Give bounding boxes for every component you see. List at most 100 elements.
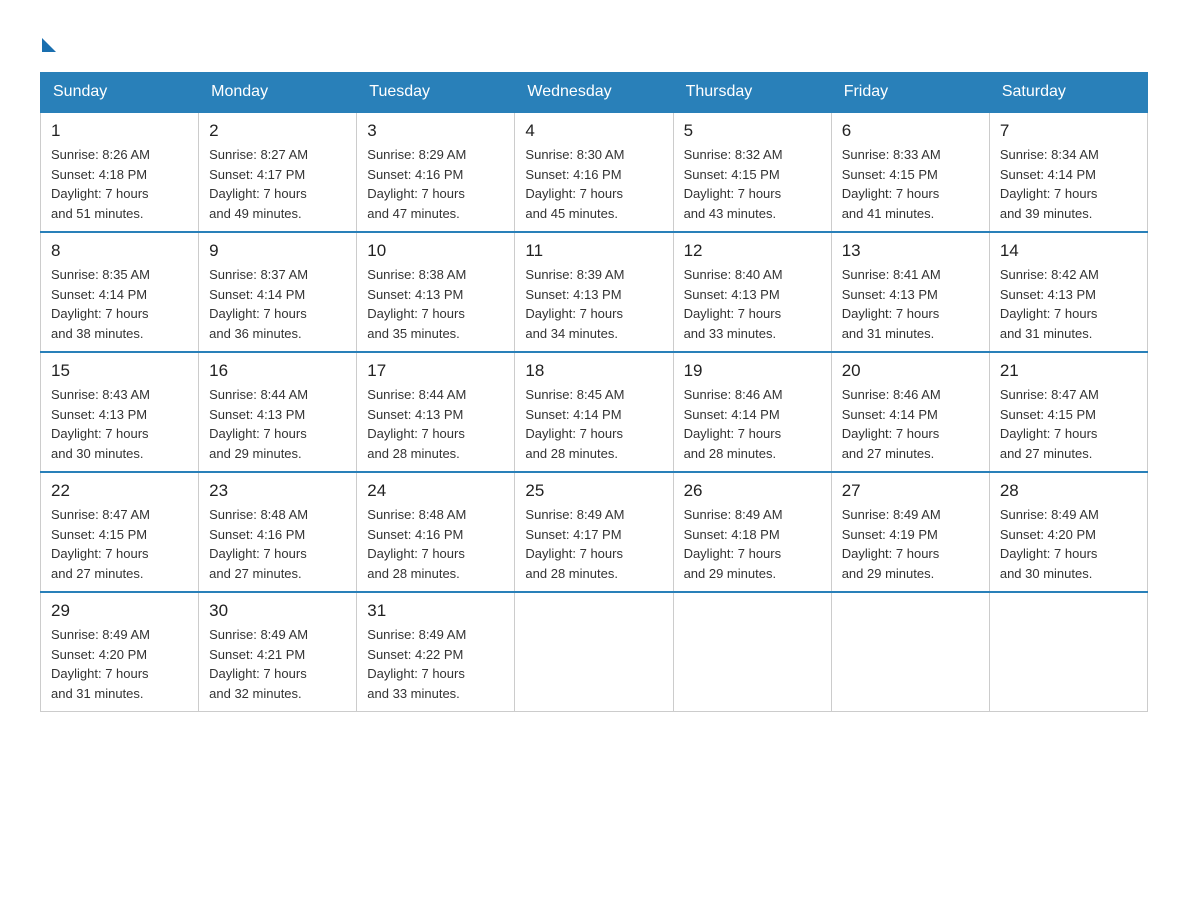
calendar-cell: 19 Sunrise: 8:46 AM Sunset: 4:14 PM Dayl… xyxy=(673,352,831,472)
calendar-cell: 26 Sunrise: 8:49 AM Sunset: 4:18 PM Dayl… xyxy=(673,472,831,592)
column-header-friday: Friday xyxy=(831,73,989,113)
calendar-week-row: 1 Sunrise: 8:26 AM Sunset: 4:18 PM Dayli… xyxy=(41,112,1148,232)
day-number: 5 xyxy=(684,121,821,141)
day-number: 4 xyxy=(525,121,662,141)
day-number: 12 xyxy=(684,241,821,261)
day-info: Sunrise: 8:27 AM Sunset: 4:17 PM Dayligh… xyxy=(209,145,346,223)
day-number: 13 xyxy=(842,241,979,261)
calendar-cell: 3 Sunrise: 8:29 AM Sunset: 4:16 PM Dayli… xyxy=(357,112,515,232)
day-number: 1 xyxy=(51,121,188,141)
day-number: 16 xyxy=(209,361,346,381)
day-info: Sunrise: 8:48 AM Sunset: 4:16 PM Dayligh… xyxy=(367,505,504,583)
day-number: 3 xyxy=(367,121,504,141)
column-header-tuesday: Tuesday xyxy=(357,73,515,113)
logo-arrow-icon xyxy=(42,38,56,52)
calendar-cell xyxy=(515,592,673,712)
day-info: Sunrise: 8:30 AM Sunset: 4:16 PM Dayligh… xyxy=(525,145,662,223)
day-info: Sunrise: 8:43 AM Sunset: 4:13 PM Dayligh… xyxy=(51,385,188,463)
calendar-cell xyxy=(989,592,1147,712)
day-info: Sunrise: 8:49 AM Sunset: 4:19 PM Dayligh… xyxy=(842,505,979,583)
calendar-cell: 22 Sunrise: 8:47 AM Sunset: 4:15 PM Dayl… xyxy=(41,472,199,592)
calendar-cell: 20 Sunrise: 8:46 AM Sunset: 4:14 PM Dayl… xyxy=(831,352,989,472)
day-number: 8 xyxy=(51,241,188,261)
calendar-cell: 28 Sunrise: 8:49 AM Sunset: 4:20 PM Dayl… xyxy=(989,472,1147,592)
day-info: Sunrise: 8:48 AM Sunset: 4:16 PM Dayligh… xyxy=(209,505,346,583)
day-info: Sunrise: 8:42 AM Sunset: 4:13 PM Dayligh… xyxy=(1000,265,1137,343)
column-header-monday: Monday xyxy=(199,73,357,113)
calendar-cell: 29 Sunrise: 8:49 AM Sunset: 4:20 PM Dayl… xyxy=(41,592,199,712)
logo xyxy=(40,30,56,52)
day-info: Sunrise: 8:38 AM Sunset: 4:13 PM Dayligh… xyxy=(367,265,504,343)
calendar-week-row: 22 Sunrise: 8:47 AM Sunset: 4:15 PM Dayl… xyxy=(41,472,1148,592)
calendar-cell: 7 Sunrise: 8:34 AM Sunset: 4:14 PM Dayli… xyxy=(989,112,1147,232)
calendar-cell: 2 Sunrise: 8:27 AM Sunset: 4:17 PM Dayli… xyxy=(199,112,357,232)
calendar-week-row: 29 Sunrise: 8:49 AM Sunset: 4:20 PM Dayl… xyxy=(41,592,1148,712)
day-info: Sunrise: 8:34 AM Sunset: 4:14 PM Dayligh… xyxy=(1000,145,1137,223)
day-info: Sunrise: 8:46 AM Sunset: 4:14 PM Dayligh… xyxy=(684,385,821,463)
day-info: Sunrise: 8:45 AM Sunset: 4:14 PM Dayligh… xyxy=(525,385,662,463)
day-info: Sunrise: 8:49 AM Sunset: 4:22 PM Dayligh… xyxy=(367,625,504,703)
calendar-cell: 17 Sunrise: 8:44 AM Sunset: 4:13 PM Dayl… xyxy=(357,352,515,472)
calendar-cell: 10 Sunrise: 8:38 AM Sunset: 4:13 PM Dayl… xyxy=(357,232,515,352)
calendar-cell: 14 Sunrise: 8:42 AM Sunset: 4:13 PM Dayl… xyxy=(989,232,1147,352)
calendar-cell: 21 Sunrise: 8:47 AM Sunset: 4:15 PM Dayl… xyxy=(989,352,1147,472)
day-number: 9 xyxy=(209,241,346,261)
calendar-cell: 16 Sunrise: 8:44 AM Sunset: 4:13 PM Dayl… xyxy=(199,352,357,472)
day-info: Sunrise: 8:49 AM Sunset: 4:21 PM Dayligh… xyxy=(209,625,346,703)
calendar-cell xyxy=(673,592,831,712)
calendar-week-row: 8 Sunrise: 8:35 AM Sunset: 4:14 PM Dayli… xyxy=(41,232,1148,352)
calendar-cell xyxy=(831,592,989,712)
calendar-cell: 12 Sunrise: 8:40 AM Sunset: 4:13 PM Dayl… xyxy=(673,232,831,352)
day-number: 23 xyxy=(209,481,346,501)
day-number: 14 xyxy=(1000,241,1137,261)
calendar-table: SundayMondayTuesdayWednesdayThursdayFrid… xyxy=(40,72,1148,712)
day-info: Sunrise: 8:47 AM Sunset: 4:15 PM Dayligh… xyxy=(51,505,188,583)
day-number: 30 xyxy=(209,601,346,621)
calendar-cell: 8 Sunrise: 8:35 AM Sunset: 4:14 PM Dayli… xyxy=(41,232,199,352)
day-info: Sunrise: 8:26 AM Sunset: 4:18 PM Dayligh… xyxy=(51,145,188,223)
calendar-cell: 30 Sunrise: 8:49 AM Sunset: 4:21 PM Dayl… xyxy=(199,592,357,712)
day-number: 19 xyxy=(684,361,821,381)
day-number: 7 xyxy=(1000,121,1137,141)
calendar-header-row: SundayMondayTuesdayWednesdayThursdayFrid… xyxy=(41,73,1148,113)
calendar-cell: 25 Sunrise: 8:49 AM Sunset: 4:17 PM Dayl… xyxy=(515,472,673,592)
day-info: Sunrise: 8:49 AM Sunset: 4:20 PM Dayligh… xyxy=(51,625,188,703)
calendar-week-row: 15 Sunrise: 8:43 AM Sunset: 4:13 PM Dayl… xyxy=(41,352,1148,472)
calendar-cell: 1 Sunrise: 8:26 AM Sunset: 4:18 PM Dayli… xyxy=(41,112,199,232)
day-number: 6 xyxy=(842,121,979,141)
page-header xyxy=(40,30,1148,52)
calendar-cell: 15 Sunrise: 8:43 AM Sunset: 4:13 PM Dayl… xyxy=(41,352,199,472)
day-info: Sunrise: 8:49 AM Sunset: 4:18 PM Dayligh… xyxy=(684,505,821,583)
column-header-saturday: Saturday xyxy=(989,73,1147,113)
day-number: 17 xyxy=(367,361,504,381)
day-number: 24 xyxy=(367,481,504,501)
calendar-cell: 9 Sunrise: 8:37 AM Sunset: 4:14 PM Dayli… xyxy=(199,232,357,352)
column-header-wednesday: Wednesday xyxy=(515,73,673,113)
calendar-cell: 18 Sunrise: 8:45 AM Sunset: 4:14 PM Dayl… xyxy=(515,352,673,472)
column-header-sunday: Sunday xyxy=(41,73,199,113)
day-number: 20 xyxy=(842,361,979,381)
day-info: Sunrise: 8:44 AM Sunset: 4:13 PM Dayligh… xyxy=(367,385,504,463)
calendar-cell: 23 Sunrise: 8:48 AM Sunset: 4:16 PM Dayl… xyxy=(199,472,357,592)
day-info: Sunrise: 8:40 AM Sunset: 4:13 PM Dayligh… xyxy=(684,265,821,343)
day-info: Sunrise: 8:32 AM Sunset: 4:15 PM Dayligh… xyxy=(684,145,821,223)
calendar-cell: 5 Sunrise: 8:32 AM Sunset: 4:15 PM Dayli… xyxy=(673,112,831,232)
day-info: Sunrise: 8:46 AM Sunset: 4:14 PM Dayligh… xyxy=(842,385,979,463)
calendar-cell: 6 Sunrise: 8:33 AM Sunset: 4:15 PM Dayli… xyxy=(831,112,989,232)
day-info: Sunrise: 8:49 AM Sunset: 4:17 PM Dayligh… xyxy=(525,505,662,583)
day-number: 22 xyxy=(51,481,188,501)
day-number: 11 xyxy=(525,241,662,261)
calendar-cell: 31 Sunrise: 8:49 AM Sunset: 4:22 PM Dayl… xyxy=(357,592,515,712)
day-info: Sunrise: 8:35 AM Sunset: 4:14 PM Dayligh… xyxy=(51,265,188,343)
day-number: 31 xyxy=(367,601,504,621)
day-number: 10 xyxy=(367,241,504,261)
day-info: Sunrise: 8:39 AM Sunset: 4:13 PM Dayligh… xyxy=(525,265,662,343)
day-number: 18 xyxy=(525,361,662,381)
day-info: Sunrise: 8:37 AM Sunset: 4:14 PM Dayligh… xyxy=(209,265,346,343)
day-number: 27 xyxy=(842,481,979,501)
day-number: 26 xyxy=(684,481,821,501)
day-info: Sunrise: 8:44 AM Sunset: 4:13 PM Dayligh… xyxy=(209,385,346,463)
day-number: 2 xyxy=(209,121,346,141)
calendar-cell: 4 Sunrise: 8:30 AM Sunset: 4:16 PM Dayli… xyxy=(515,112,673,232)
day-number: 15 xyxy=(51,361,188,381)
